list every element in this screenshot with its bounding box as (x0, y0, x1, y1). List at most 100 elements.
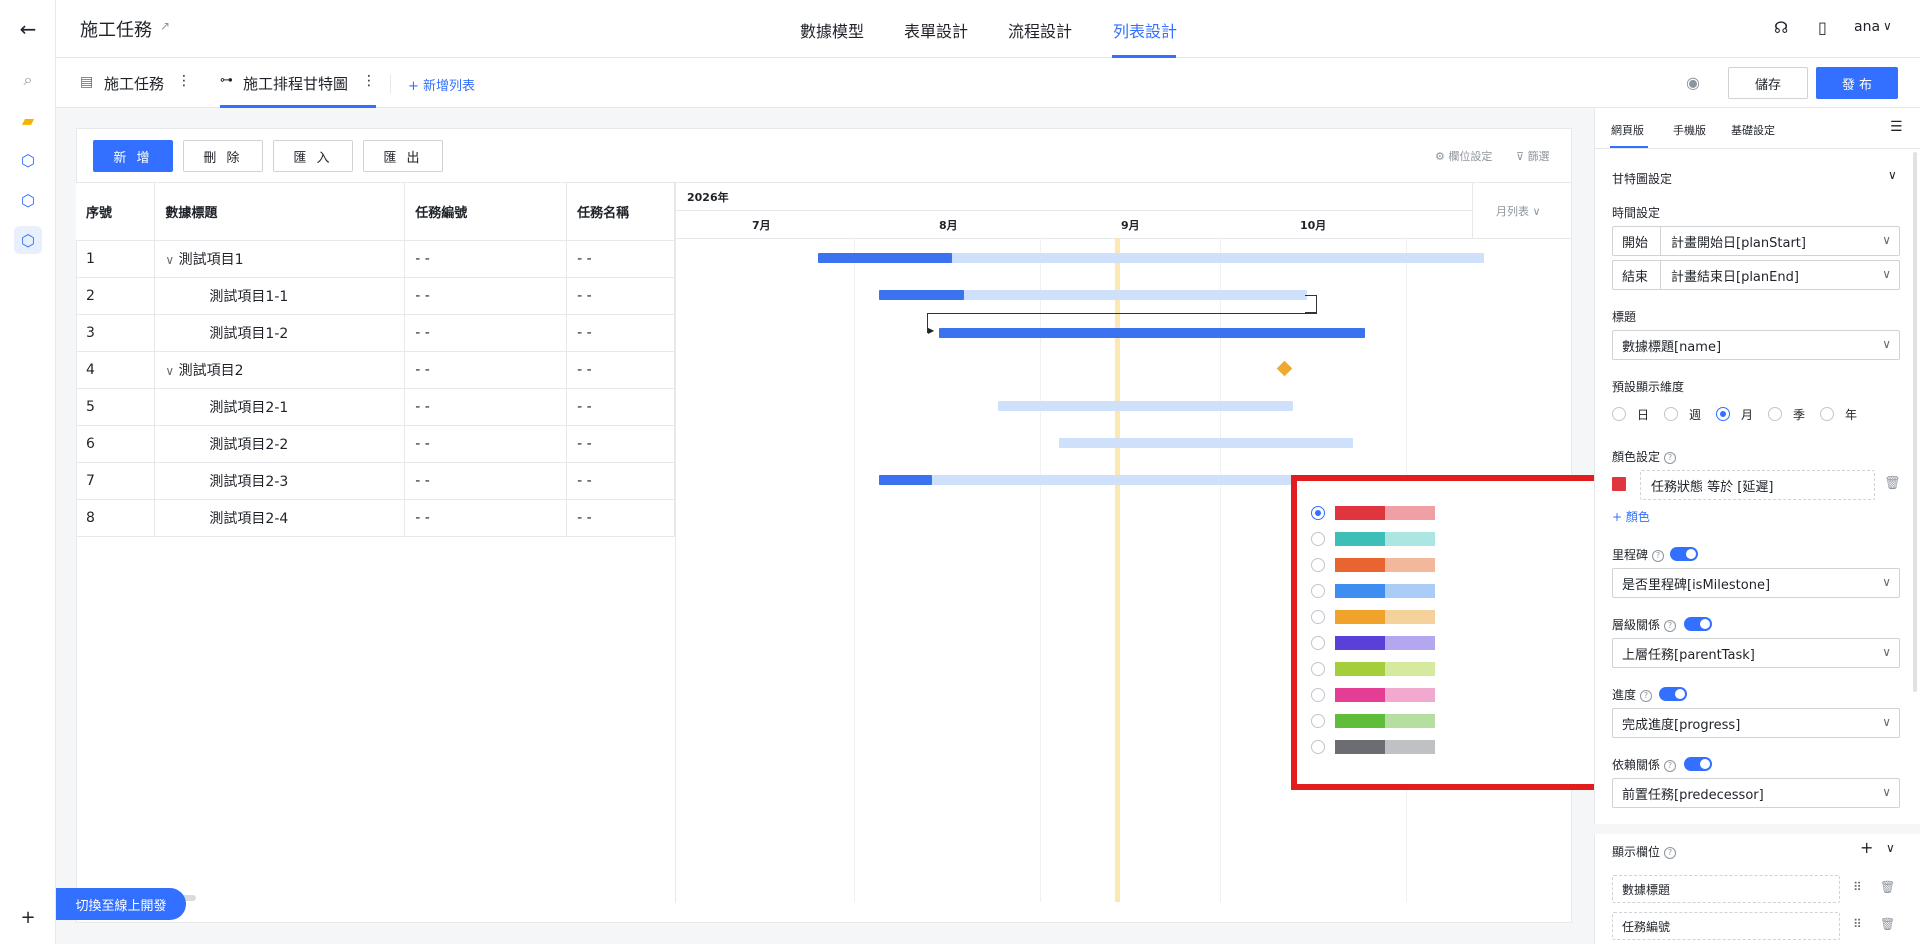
column-header[interactable]: 數據標題 (154, 182, 406, 241)
panel-tab-mobile[interactable]: 手機版 (1673, 122, 1706, 138)
search-icon[interactable]: ⌕ (14, 66, 42, 94)
color-swatch[interactable] (1612, 477, 1626, 491)
chevron-down-icon[interactable]: ∨ (1883, 19, 1892, 33)
gantt-bar-progress[interactable] (818, 253, 952, 263)
palette-radio[interactable] (1311, 584, 1325, 598)
gantt-bar-progress[interactable] (879, 290, 964, 300)
palette-swatch-dark[interactable] (1335, 532, 1385, 546)
palette-swatch-light[interactable] (1385, 610, 1435, 624)
tab-list-design[interactable]: 列表設計 (1113, 18, 1177, 42)
plus-icon[interactable]: + (14, 903, 42, 931)
gantt-view-select[interactable]: 月列表 ∨ (1496, 203, 1541, 219)
cube-icon[interactable]: ⬡ (14, 146, 42, 174)
palette-radio[interactable] (1311, 532, 1325, 546)
help-icon[interactable]: ? (1664, 451, 1677, 464)
tab-form-design[interactable]: 表單設計 (904, 18, 968, 42)
chevron-down-icon[interactable]: ∨ (165, 253, 174, 267)
save-button[interactable]: 儲存 (1728, 67, 1808, 99)
trash-icon[interactable]: 🗑 (1880, 917, 1895, 931)
hierarchy-field-select[interactable]: 上層任務[parentTask] ∨ (1612, 638, 1900, 668)
column-header[interactable]: 任務名稱 (566, 182, 675, 241)
column-header[interactable]: 任務編號 (404, 182, 568, 241)
add-field-icon[interactable]: + (1860, 838, 1873, 857)
palette-swatch-light[interactable] (1385, 532, 1435, 546)
gantt-bar-plan[interactable] (1059, 438, 1353, 448)
list-tab-construction-tasks[interactable]: 施工任務 (104, 73, 164, 94)
palette-swatch-dark[interactable] (1335, 558, 1385, 572)
chevron-down-icon[interactable]: ∨ (1886, 841, 1895, 855)
palette-swatch-dark[interactable] (1335, 714, 1385, 728)
delete-button[interactable]: 刪 除 (183, 140, 263, 172)
gantt-bar-progress[interactable] (879, 475, 932, 485)
dimension-radio-month[interactable] (1716, 407, 1730, 421)
display-field-item[interactable]: 任務編號 (1612, 912, 1840, 940)
more-icon[interactable]: ⋮ (177, 73, 191, 89)
palette-swatch-light[interactable] (1385, 558, 1435, 572)
palette-swatch-dark[interactable] (1335, 584, 1385, 598)
switch-online-dev-button[interactable]: 切換至線上開發 (56, 888, 186, 920)
list-tab-gantt[interactable]: 施工排程甘特圖 (243, 73, 348, 94)
add-list-link[interactable]: + 新增列表 (408, 75, 475, 94)
palette-swatch-dark[interactable] (1335, 636, 1385, 650)
palette-swatch-light[interactable] (1385, 714, 1435, 728)
table-row[interactable]: 5 測試項目2-1 - -- - (76, 388, 675, 426)
palette-swatch-dark[interactable] (1335, 610, 1385, 624)
dimension-radio-quarter[interactable] (1768, 407, 1782, 421)
publish-button[interactable]: 發 布 (1816, 67, 1898, 99)
palette-radio[interactable] (1311, 688, 1325, 702)
title-field-select[interactable]: 數據標題[name] ∨ (1612, 330, 1900, 360)
drag-handle-icon[interactable]: ⠿ (1853, 880, 1862, 894)
start-field-select[interactable]: 開始 計畫開始日[planStart] ∨ (1612, 226, 1900, 256)
table-row[interactable]: 4 ∨ 測試項目2- -- - (76, 351, 675, 389)
palette-swatch-light[interactable] (1385, 662, 1435, 676)
dependency-toggle[interactable] (1684, 757, 1712, 771)
help-icon[interactable]: ? (1664, 759, 1677, 772)
palette-swatch-dark[interactable] (1335, 740, 1385, 754)
color-rule-field[interactable]: 任務狀態 等於 [延遲] (1640, 470, 1875, 500)
cube-icon[interactable]: ⬡ (14, 186, 42, 214)
table-row[interactable]: 8 測試項目2-4 - -- - (76, 499, 675, 537)
chevron-down-icon[interactable]: ∨ (165, 364, 174, 378)
gantt-bar-progress[interactable] (939, 328, 1365, 338)
help-icon[interactable]: ? (1664, 619, 1677, 632)
palette-radio[interactable] (1311, 506, 1325, 520)
tab-data-model[interactable]: 數據模型 (800, 18, 864, 42)
hierarchy-toggle[interactable] (1684, 617, 1712, 631)
filter-link[interactable]: ⊽ 篩選 (1516, 148, 1550, 164)
milestone-field-select[interactable]: 是否里程碑[isMilestone] ∨ (1612, 568, 1900, 598)
trash-icon[interactable]: 🗑 (1880, 880, 1895, 894)
folder-icon[interactable]: ▰ (14, 106, 42, 134)
palette-swatch-light[interactable] (1385, 584, 1435, 598)
panel-tab-basic[interactable]: 基礎設定 (1731, 122, 1775, 138)
drag-handle-icon[interactable]: ⠿ (1853, 917, 1862, 931)
panel-tab-web[interactable]: 網頁版 (1611, 122, 1644, 138)
import-button[interactable]: 匯 入 (273, 140, 353, 172)
palette-swatch-light[interactable] (1385, 740, 1435, 754)
headset-icon[interactable]: ☊ (1774, 18, 1788, 37)
gantt-bar-plan[interactable] (879, 475, 1291, 485)
dependency-field-select[interactable]: 前置任務[predecessor] ∨ (1612, 778, 1900, 808)
help-icon[interactable]: ? (1640, 689, 1653, 702)
gantt-bar-plan[interactable] (998, 401, 1293, 411)
panel-scrollbar[interactable] (1913, 152, 1917, 692)
preview-eye-icon[interactable]: ◉ (1686, 73, 1700, 92)
doc-icon[interactable]: ▯ (1818, 18, 1827, 37)
user-name[interactable]: ana (1854, 19, 1880, 35)
palette-radio[interactable] (1311, 610, 1325, 624)
trash-icon[interactable]: 🗑 (1884, 476, 1901, 491)
table-row[interactable]: 2 測試項目1-1 - -- - (76, 277, 675, 315)
cube-icon[interactable]: ⬡ (14, 226, 42, 254)
end-field-select[interactable]: 結束 計畫結束日[planEnd] ∨ (1612, 260, 1900, 290)
progress-field-select[interactable]: 完成進度[progress] ∨ (1612, 708, 1900, 738)
display-field-item[interactable]: 數據標題 (1612, 875, 1840, 903)
add-button[interactable]: 新 增 (93, 140, 173, 172)
dimension-radio-year[interactable] (1820, 407, 1834, 421)
help-icon[interactable]: ? (1652, 549, 1665, 562)
palette-radio[interactable] (1311, 558, 1325, 572)
milestone-toggle[interactable] (1670, 547, 1698, 561)
column-settings-link[interactable]: ⚙ 欄位設定 (1435, 148, 1492, 164)
palette-swatch-dark[interactable] (1335, 506, 1385, 520)
tab-flow-design[interactable]: 流程設計 (1008, 18, 1072, 42)
palette-swatch-dark[interactable] (1335, 688, 1385, 702)
table-row[interactable]: 3 測試項目1-2 - -- - (76, 314, 675, 352)
